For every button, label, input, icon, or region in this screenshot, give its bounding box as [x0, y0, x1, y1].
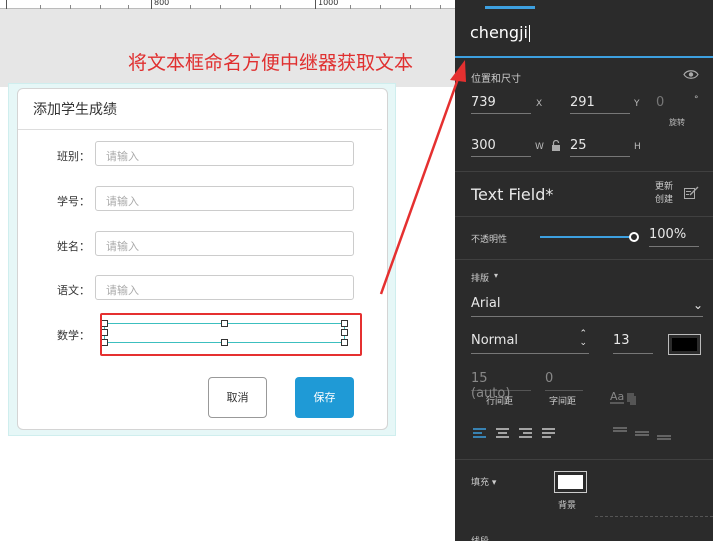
- widget-type-title: Text Field*: [471, 185, 554, 204]
- section-divider: [595, 516, 713, 517]
- name-label: 姓名：: [57, 240, 90, 253]
- reset-style-label[interactable]: 更新创建: [655, 181, 679, 207]
- valign-bottom-icon[interactable]: [657, 435, 671, 440]
- chevron-down-icon[interactable]: ⌄: [693, 298, 703, 312]
- text-caret: [528, 25, 530, 42]
- section-divider: [455, 216, 713, 217]
- fill-color-swatch[interactable]: [554, 471, 587, 493]
- student-id-label: 学号：: [57, 195, 90, 208]
- position-size-label: 位置和尺寸: [471, 74, 521, 85]
- opacity-value[interactable]: 100%: [649, 227, 699, 247]
- student-id-input[interactable]: 请输入: [95, 186, 354, 211]
- fill-color-value: [558, 475, 583, 489]
- ruler-label-1000: 1000: [318, 0, 339, 7]
- eye-icon[interactable]: [683, 69, 699, 80]
- typography-label: 排版: [471, 274, 490, 284]
- align-center-icon[interactable]: [496, 428, 510, 440]
- font-family-value: Arial: [471, 296, 501, 311]
- chinese-label: 语文：: [57, 284, 90, 297]
- letter-spacing-label: 字间距: [549, 397, 577, 407]
- save-button[interactable]: 保存: [295, 377, 354, 418]
- annotation-text: 将文本框命名方便中继器获取文本: [128, 52, 414, 74]
- letter-spacing-field[interactable]: 0: [545, 371, 583, 391]
- text-style-icon[interactable]: Aa: [610, 389, 638, 407]
- rotation-unit: °: [694, 95, 699, 105]
- widget-name-value[interactable]: chengji: [470, 23, 530, 42]
- inspector-panel: chengji 位置和尺寸 739 X 291 Y 0 ° 旋转 300 W 2…: [455, 0, 713, 541]
- w-axis-label: W: [535, 142, 544, 152]
- font-size-field[interactable]: 13: [613, 333, 653, 354]
- name-input[interactable]: 请输入: [95, 231, 354, 256]
- chinese-input[interactable]: 请输入: [95, 275, 354, 300]
- opacity-slider-knob[interactable]: [629, 232, 639, 242]
- class-input[interactable]: 请输入: [95, 141, 354, 166]
- border-label: 线段: [471, 534, 489, 541]
- rotation-label: 旋转: [669, 118, 685, 127]
- highlight-box: [100, 313, 362, 356]
- chevron-down-icon[interactable]: ▾: [494, 271, 498, 280]
- align-left-icon[interactable]: [473, 428, 487, 440]
- stepper-icon[interactable]: ⌃ ⌄: [579, 330, 587, 348]
- fill-background-label: 背景: [558, 501, 577, 511]
- lock-icon[interactable]: [551, 140, 561, 151]
- y-field[interactable]: 291: [570, 94, 630, 114]
- section-divider: [455, 171, 713, 172]
- reset-style-icon[interactable]: [684, 186, 700, 200]
- widget-name-text: chengji: [470, 23, 528, 42]
- svg-text:Aa: Aa: [610, 390, 624, 403]
- font-family-select[interactable]: Arial ⌄: [471, 296, 703, 317]
- text-color-swatch[interactable]: [668, 334, 701, 355]
- ruler-tick: [315, 0, 316, 9]
- x-field[interactable]: 739: [471, 94, 531, 114]
- width-field[interactable]: 300: [471, 137, 531, 157]
- valign-middle-icon[interactable]: [635, 431, 649, 436]
- cancel-button[interactable]: 取消: [208, 377, 267, 418]
- section-divider: [455, 459, 713, 460]
- rotation-field[interactable]: 0: [656, 94, 678, 114]
- class-label: 班别：: [57, 150, 90, 163]
- opacity-label: 不透明性: [471, 235, 508, 245]
- x-axis-label: X: [536, 99, 543, 109]
- h-axis-label: H: [634, 142, 641, 152]
- dialog-title: 添加学生成绩: [33, 102, 117, 118]
- fill-label-text: 填充: [471, 478, 490, 488]
- vertical-align-group: [613, 427, 671, 440]
- align-justify-icon[interactable]: [542, 428, 556, 440]
- design-canvas[interactable]: 800 1000 添加学生成绩 班别： 请输入 学号： 请输入 姓名： 请输入 …: [0, 0, 455, 541]
- math-label: 数学：: [57, 329, 90, 342]
- add-score-dialog: 添加学生成绩 班别： 请输入 学号： 请输入 姓名： 请输入 语文： 请输入 数…: [17, 88, 388, 430]
- active-tab-indicator: [485, 6, 535, 9]
- y-axis-label: Y: [634, 99, 640, 109]
- font-weight-value: Normal: [471, 333, 519, 348]
- horizontal-ruler: 800 1000: [0, 0, 455, 9]
- panel-tab-strip: [455, 0, 713, 10]
- text-color-fill: [672, 338, 697, 351]
- ruler-tick: [6, 0, 7, 9]
- valign-top-icon[interactable]: [613, 427, 627, 432]
- ruler-tick: [151, 0, 152, 9]
- opacity-slider[interactable]: [540, 236, 635, 238]
- align-right-icon[interactable]: [519, 428, 533, 440]
- line-height-field[interactable]: 15 (auto): [471, 371, 531, 401]
- section-divider: [455, 259, 713, 260]
- font-weight-select[interactable]: Normal ⌃ ⌄: [471, 330, 589, 354]
- ruler-label-800: 800: [154, 0, 170, 7]
- widget-name-input[interactable]: chengji: [455, 12, 713, 58]
- dialog-divider: [18, 129, 382, 130]
- height-field[interactable]: 25: [570, 137, 630, 157]
- fill-label: 填充 ▾: [471, 478, 497, 488]
- line-height-label: 行间距: [486, 397, 514, 407]
